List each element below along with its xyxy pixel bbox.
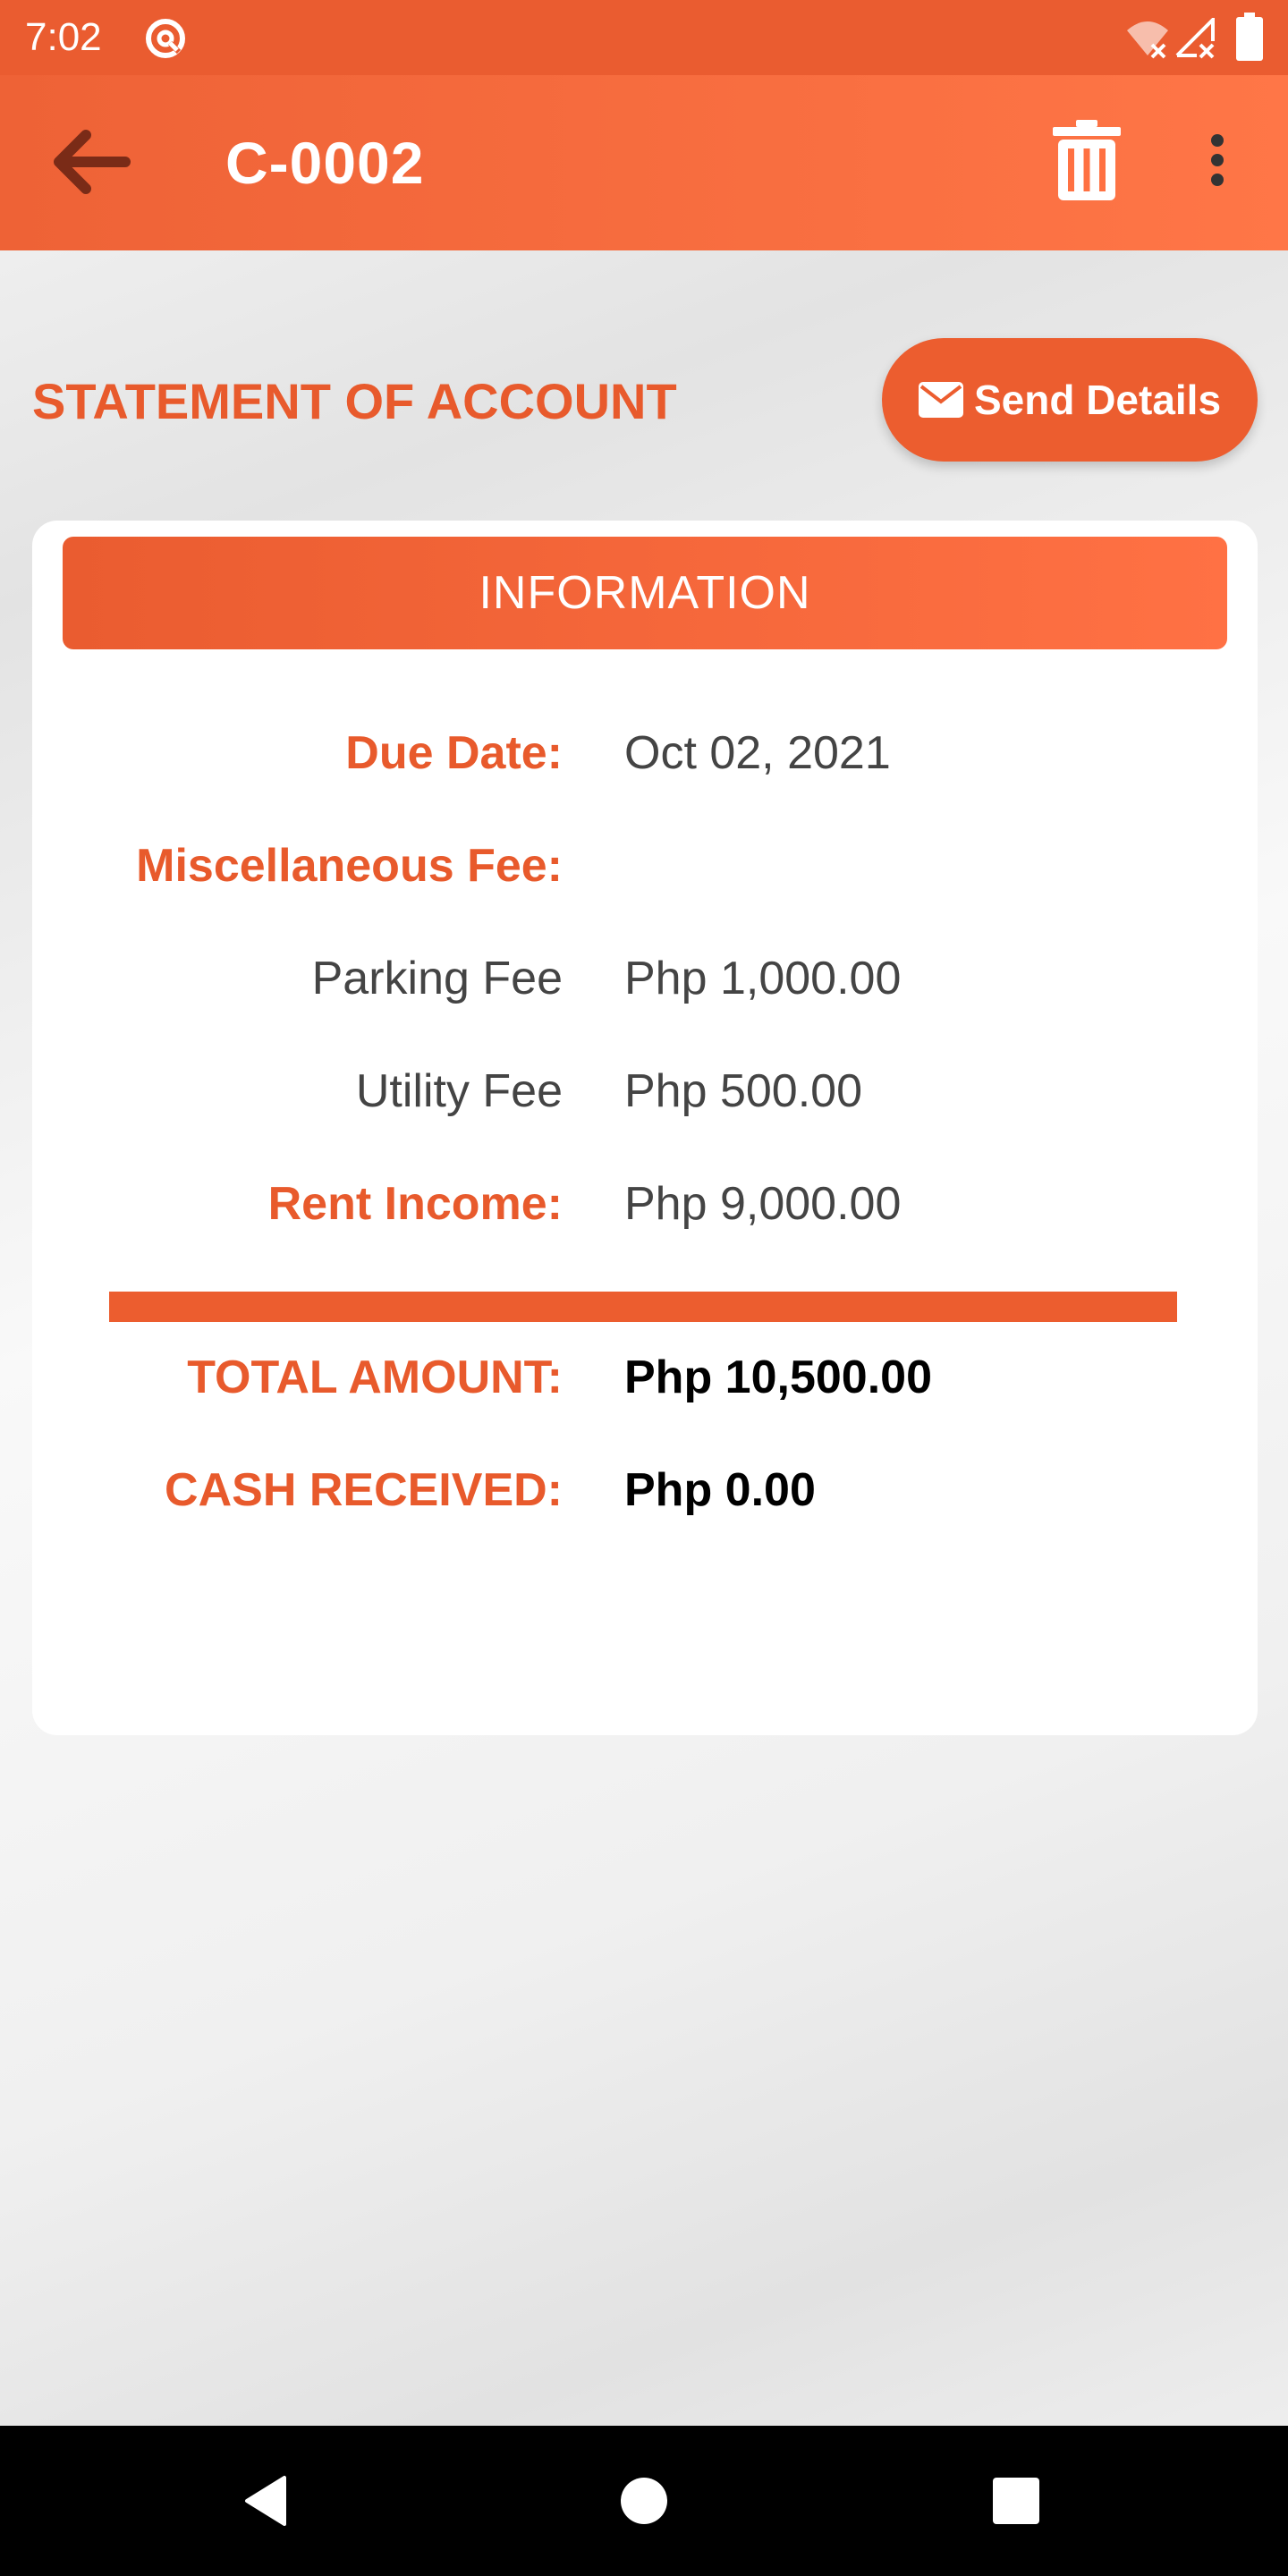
arrow-left-icon bbox=[54, 130, 131, 194]
signal-off-icon bbox=[1175, 18, 1215, 59]
parking-fee-value: Php 1,000.00 bbox=[624, 953, 902, 1004]
due-date-value: Oct 02, 2021 bbox=[624, 727, 891, 779]
total-divider bbox=[109, 1292, 1177, 1322]
statement-heading: STATEMENT OF ACCOUNT bbox=[32, 373, 677, 429]
cash-received-label: CASH RECEIVED: bbox=[165, 1464, 563, 1516]
cash-received-value: Php 0.00 bbox=[624, 1464, 816, 1516]
more-vert-icon bbox=[1211, 134, 1224, 186]
send-details-label: Send Details bbox=[973, 377, 1222, 423]
battery-icon bbox=[1236, 13, 1263, 61]
utility-fee-label: Utility Fee bbox=[355, 1065, 563, 1117]
nav-back-icon[interactable] bbox=[240, 2472, 297, 2529]
send-details-button[interactable]: Send Details bbox=[882, 338, 1258, 462]
utility-fee-value: Php 500.00 bbox=[624, 1065, 863, 1117]
misc-fee-label: Miscellaneous Fee: bbox=[136, 840, 563, 892]
more-options-button[interactable] bbox=[1186, 111, 1249, 209]
delete-button[interactable] bbox=[1038, 111, 1136, 209]
page-title: C-0002 bbox=[225, 130, 425, 196]
rent-income-label: Rent Income: bbox=[267, 1178, 563, 1230]
information-card: INFORMATION Due Date: Oct 02, 2021 Misce… bbox=[32, 521, 1258, 1735]
parking-fee-label: Parking Fee bbox=[311, 953, 563, 1004]
app-bar: C-0002 bbox=[0, 75, 1288, 250]
back-button[interactable] bbox=[41, 113, 140, 211]
rent-income-value: Php 9,000.00 bbox=[624, 1178, 902, 1230]
card-header: INFORMATION bbox=[63, 537, 1227, 649]
at-sign-icon bbox=[146, 19, 185, 58]
wifi-off-icon bbox=[1127, 21, 1168, 59]
total-amount-label: TOTAL AMOUNT: bbox=[187, 1352, 563, 1403]
envelope-icon bbox=[918, 382, 963, 418]
status-time: 7:02 bbox=[25, 15, 102, 59]
status-bar: 7:02 bbox=[0, 0, 1288, 75]
due-date-label: Due Date: bbox=[345, 727, 563, 779]
trash-icon bbox=[1053, 120, 1121, 200]
total-amount-value: Php 10,500.00 bbox=[624, 1352, 932, 1403]
system-nav-bar bbox=[0, 2426, 1288, 2576]
nav-home-icon[interactable] bbox=[621, 2478, 667, 2524]
nav-recents-icon[interactable] bbox=[993, 2478, 1039, 2524]
